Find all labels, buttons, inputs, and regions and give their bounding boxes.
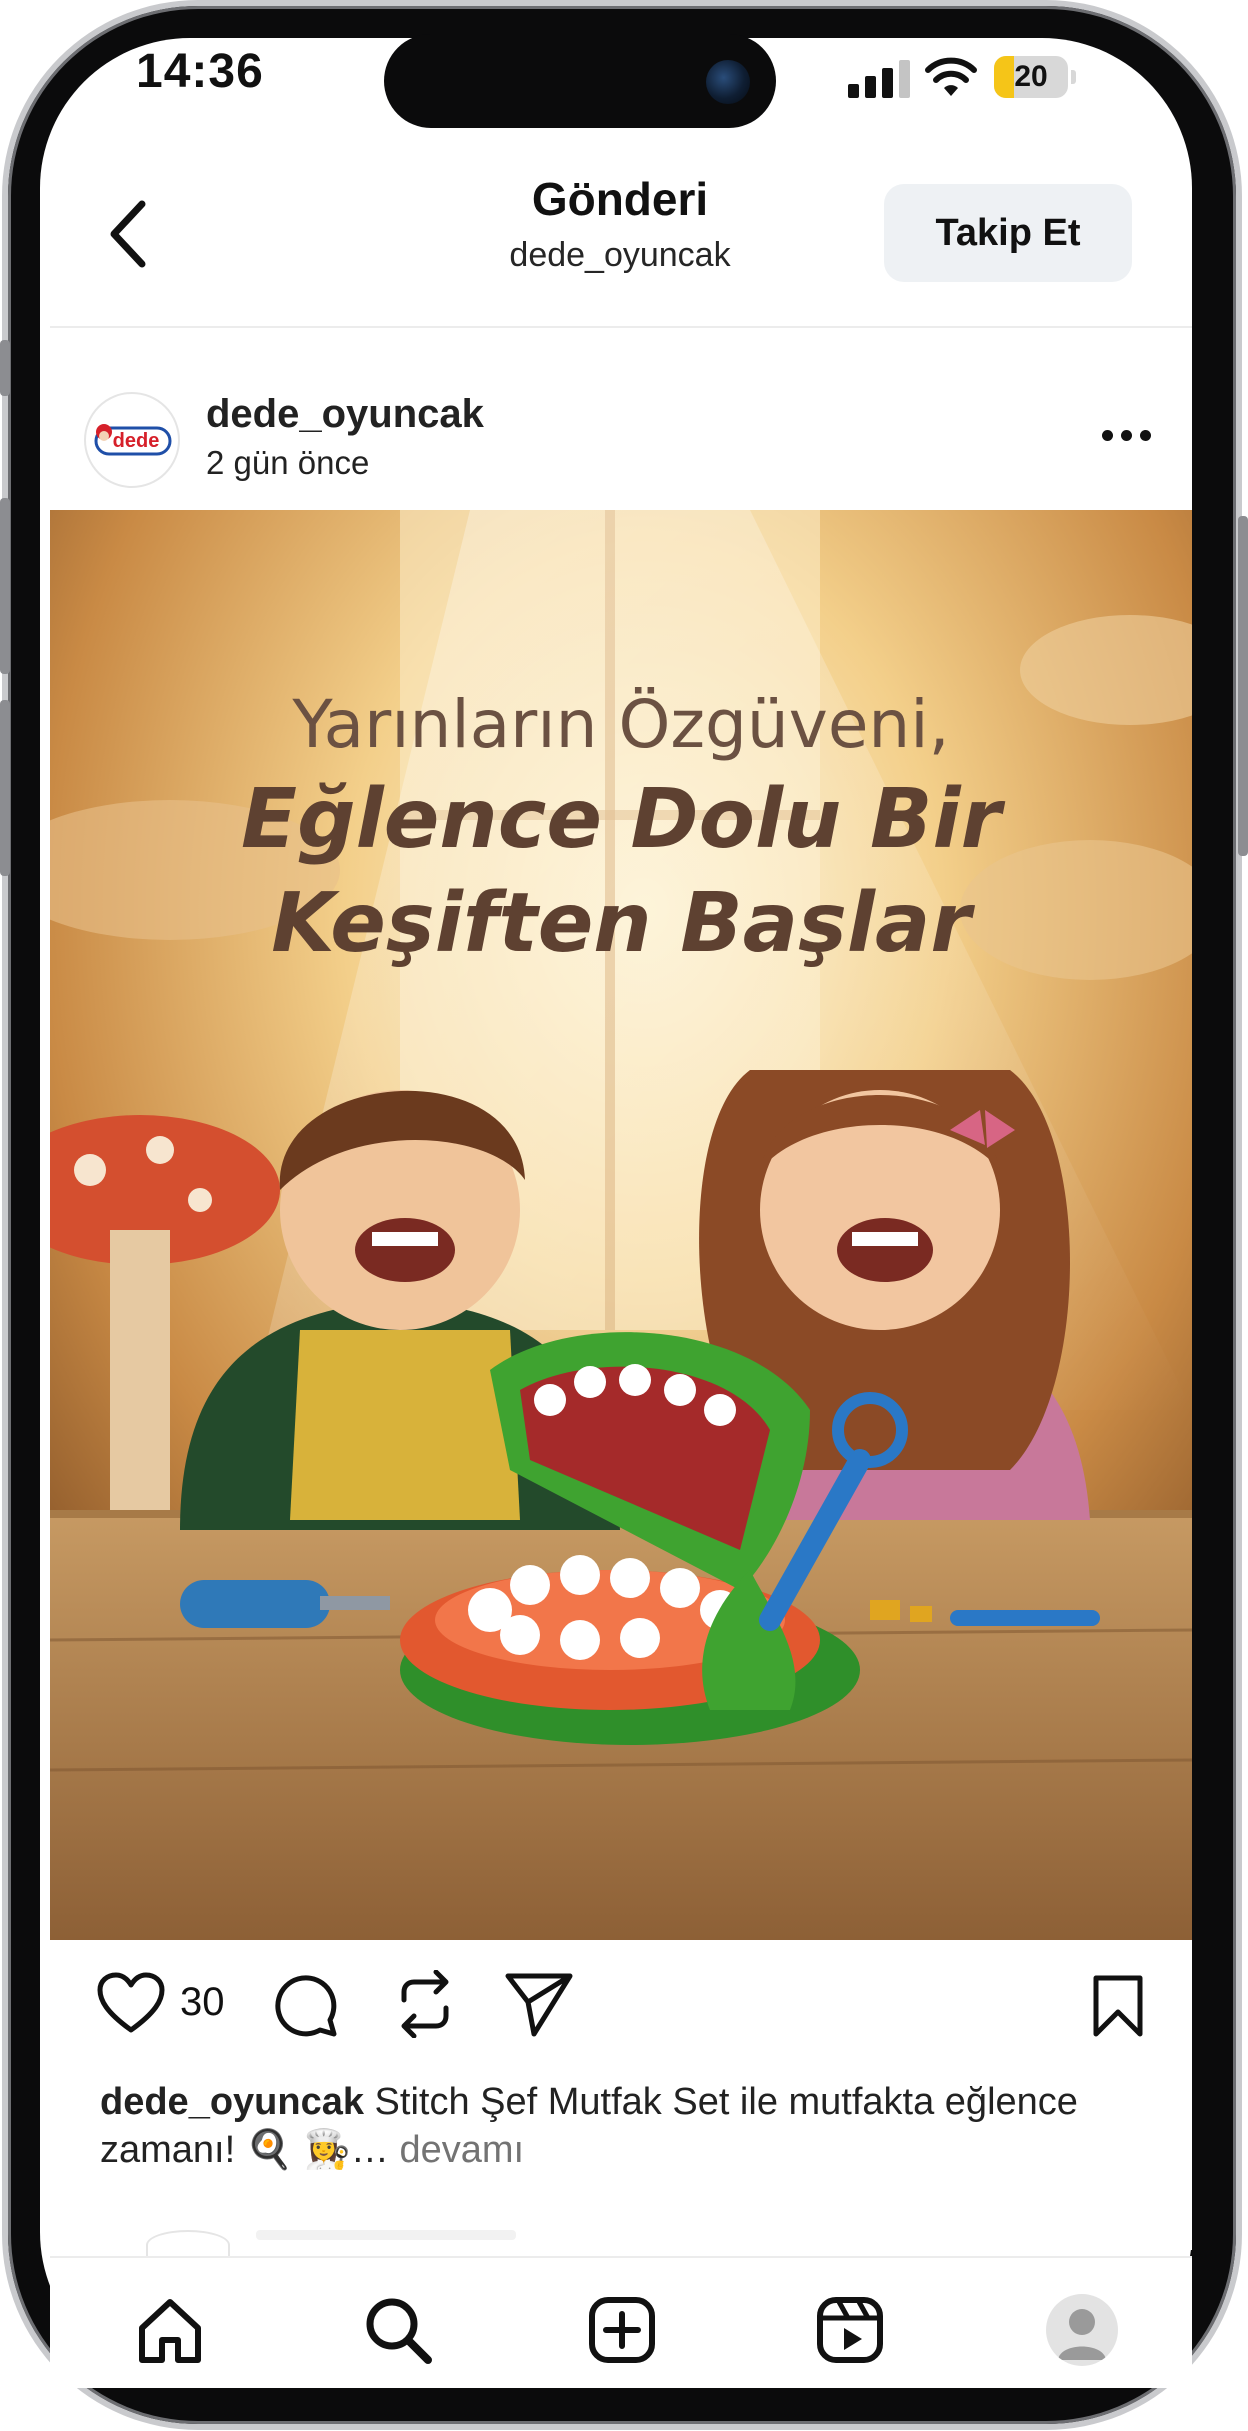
svg-text:dede: dede <box>113 430 160 452</box>
more-dots-icon[interactable] <box>1102 426 1152 446</box>
wifi-icon <box>925 57 977 96</box>
dynamic-island <box>384 34 776 128</box>
follow-button[interactable]: Takip Et <box>884 184 1132 282</box>
header-divider <box>50 326 1192 328</box>
profile-avatar[interactable] <box>1046 2294 1118 2366</box>
battery-icon: 20 <box>994 56 1076 98</box>
next-post-peek <box>50 2230 1192 2260</box>
caption-more-link[interactable]: devamı <box>399 2129 524 2171</box>
post-headline-line1: Yarınların Özgüveni, <box>292 686 950 763</box>
post-time: 2 gün önce <box>206 444 370 481</box>
bookmark-icon[interactable] <box>1090 1974 1146 2038</box>
search-icon[interactable] <box>362 2294 434 2366</box>
dede-logo: dede <box>94 424 172 456</box>
page-subtitle: dede_oyuncak <box>509 236 731 274</box>
bottom-tab-bar <box>50 2256 1192 2388</box>
back-chevron-icon[interactable] <box>102 198 156 270</box>
comment-icon[interactable] <box>272 1970 340 2038</box>
battery-level: 20 <box>1014 60 1048 93</box>
profile-icon <box>1058 2309 1106 2360</box>
camera-icon <box>706 60 750 104</box>
heart-icon[interactable] <box>96 1972 166 2036</box>
post-caption: dede_oyuncak Stitch Şef Mutfak Set ile m… <box>100 2078 1100 2174</box>
side-button <box>1238 516 1248 856</box>
reels-icon[interactable] <box>814 2294 886 2366</box>
post-headline-line3: Keşiften Başlar <box>271 876 971 971</box>
post-headline-line2: Eğlence Dolu Bir <box>240 772 1002 867</box>
status-time: 14:36 <box>136 45 264 98</box>
create-icon[interactable] <box>586 2294 658 2366</box>
post-username[interactable]: dede_oyuncak <box>206 392 484 437</box>
page-title: Gönderi <box>531 173 709 225</box>
send-icon[interactable] <box>504 1970 574 2038</box>
like-count[interactable]: 30 <box>180 1980 225 2025</box>
home-icon[interactable] <box>134 2294 206 2366</box>
side-button <box>0 340 10 396</box>
signal-icon <box>848 60 914 98</box>
repost-icon[interactable] <box>392 1970 458 2038</box>
side-button <box>0 498 10 674</box>
side-button <box>0 700 10 876</box>
caption-username[interactable]: dede_oyuncak <box>100 2081 364 2123</box>
avatar[interactable]: dede <box>84 392 180 488</box>
post-image[interactable]: Yarınların Özgüveni, Eğlence Dolu Bir Ke… <box>50 510 1192 1940</box>
